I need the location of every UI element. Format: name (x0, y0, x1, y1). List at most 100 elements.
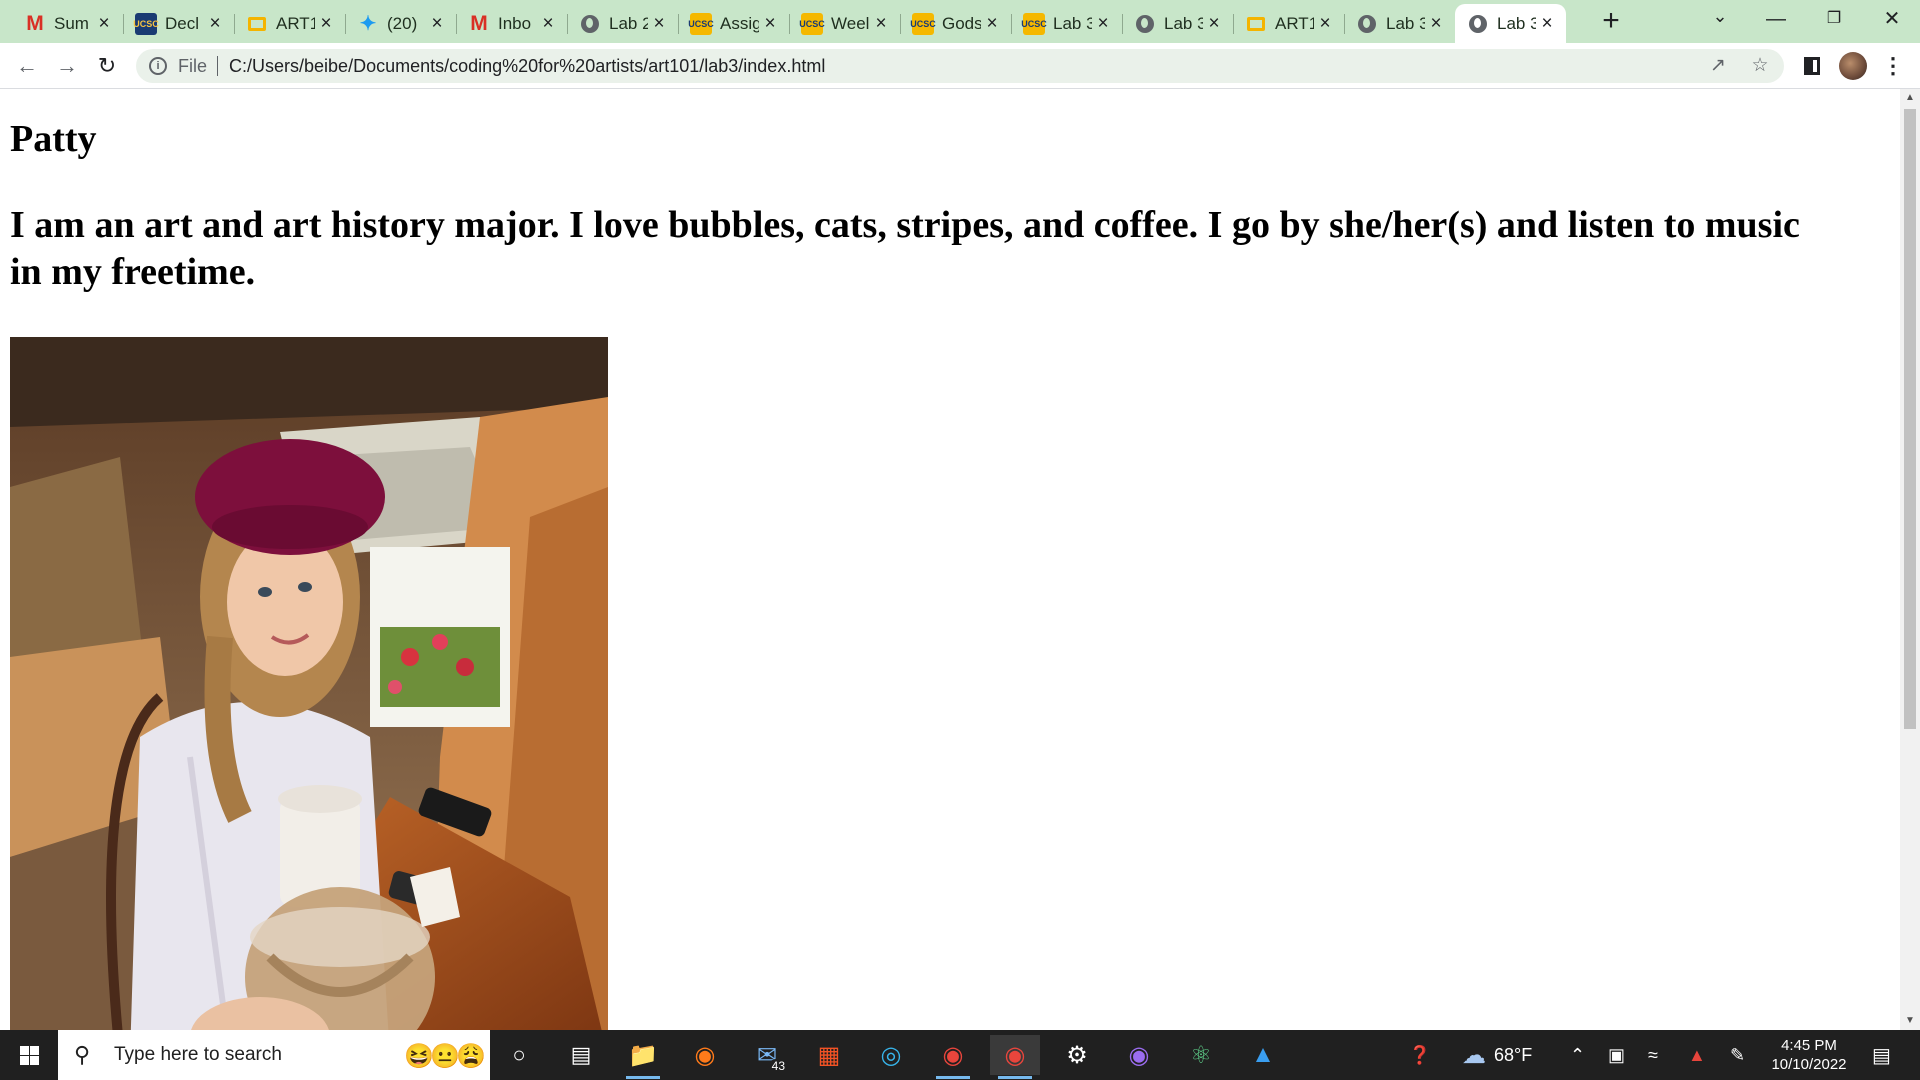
close-tab-icon[interactable]: × (1203, 13, 1225, 35)
address-bar[interactable]: i File C:/Users/beibe/Documents/coding%2… (136, 49, 1784, 83)
restore-button[interactable]: ❐ (1810, 4, 1858, 34)
browser-tab[interactable]: Lab 2 × (567, 4, 678, 43)
ucsc-icon: UCSC (910, 12, 936, 35)
browser-tab[interactable]: Lab 3 × (1344, 4, 1455, 43)
browser-tab[interactable]: UCSC Decl × (123, 4, 234, 43)
browser-tab[interactable]: UCSC Lab 3 × (1011, 4, 1122, 43)
omnibox-divider (217, 56, 219, 76)
twitter-icon: ✦ (359, 13, 377, 35)
close-tab-icon[interactable]: × (315, 13, 337, 35)
globe-icon (1134, 13, 1156, 35)
browser-tab[interactable]: ✦ (20) × (345, 4, 456, 43)
weather-widget[interactable]: ☁ 68°F (1462, 1030, 1532, 1080)
close-tab-icon[interactable]: × (981, 13, 1003, 35)
show-hidden-icons-icon[interactable]: ⌃ (1570, 1030, 1585, 1080)
tab-title: Lab 2 (609, 13, 648, 33)
chrome-icon[interactable]: ◉ (928, 1035, 978, 1079)
browser-tab[interactable]: ART1 × (1233, 4, 1344, 43)
google-slides-icon (246, 13, 268, 35)
edge-icon[interactable]: ◎ (866, 1035, 916, 1075)
scroll-up-arrow-icon[interactable]: ▲ (1900, 89, 1920, 107)
new-tab-button[interactable]: + (1596, 6, 1626, 36)
close-tab-icon[interactable]: × (870, 13, 892, 35)
pen-icon[interactable]: ✎ (1730, 1030, 1745, 1080)
scrollbar-thumb[interactable] (1904, 109, 1916, 729)
scheme-label: File (178, 55, 208, 76)
tab-title: Gods (942, 13, 981, 33)
firefox-icon[interactable]: ◉ (680, 1035, 730, 1075)
help-icon[interactable]: ❓ (1400, 1030, 1440, 1080)
browser-tab[interactable]: M Sum × (12, 4, 123, 43)
back-button[interactable]: ← (12, 51, 42, 81)
scroll-down-arrow-icon[interactable]: ▼ (1900, 1012, 1920, 1030)
tab-title: Decl (165, 13, 200, 33)
tab-title: Inbo (498, 13, 532, 33)
side-panel-button[interactable] (1797, 51, 1827, 81)
github-desktop-icon[interactable]: ◉ (1114, 1035, 1164, 1075)
browser-tab[interactable]: UCSC Gods × (900, 4, 1011, 43)
browser-tab[interactable]: Lab 3 × (1122, 4, 1233, 43)
browser-tab[interactable]: UCSC Assig × (678, 4, 789, 43)
close-tab-icon[interactable]: × (1536, 13, 1558, 35)
search-highlight-emoji-icon[interactable]: 😆😐😩 (404, 1042, 486, 1071)
more-menu-icon[interactable]: ⋮ (1878, 51, 1908, 81)
close-tab-icon[interactable]: × (204, 13, 226, 35)
search-icon: ⚲ (74, 1042, 91, 1067)
site-info-icon[interactable]: i (149, 57, 167, 75)
action-center-icon[interactable]: ▤ (1872, 1030, 1891, 1080)
meet-now-icon[interactable]: ▣ (1608, 1030, 1625, 1080)
browser-toolbar: ← → ↻ i File C:/Users/beibe/Documents/co… (0, 43, 1920, 89)
share-icon[interactable]: ↗ (1706, 54, 1730, 78)
photos-icon[interactable]: ▲ (1238, 1035, 1288, 1075)
tab-title: Weel (831, 13, 870, 33)
close-tab-icon[interactable]: × (1425, 13, 1447, 35)
avatar (1839, 51, 1867, 80)
vertical-scrollbar[interactable]: ▲ ▼ (1900, 89, 1920, 1030)
close-tab-icon[interactable]: × (426, 13, 448, 35)
weather-temp: 68°F (1494, 1044, 1533, 1065)
task-view-icon[interactable]: ▤ (556, 1035, 606, 1075)
atom-icon[interactable]: ⚛ (1176, 1035, 1226, 1075)
bookmark-star-icon[interactable]: ☆ (1748, 54, 1772, 78)
tab-strip: M Sum × UCSC Decl × ART1 × ✦ (20) × M Inbo × Lab 2 × UCS… (0, 0, 1920, 43)
profile-avatar-button[interactable] (1838, 51, 1868, 81)
search-placeholder: Type here to search (114, 1044, 282, 1065)
wifi-icon[interactable]: ≈ (1648, 1030, 1658, 1080)
windows-taskbar: ⚲ Type here to search 😆😐😩 ○ ▤ 📁 ◉ ✉ 43 ▦ … (0, 1030, 1920, 1080)
gmail-icon: M (470, 11, 488, 35)
tab-title: Lab 3 (1164, 13, 1203, 33)
cortana-icon[interactable]: ○ (494, 1035, 544, 1075)
close-tab-icon[interactable]: × (1092, 13, 1114, 35)
file-explorer-icon[interactable]: 📁 (618, 1035, 668, 1079)
google-slides-icon (1245, 13, 1267, 35)
close-tab-icon[interactable]: × (537, 13, 559, 35)
tab-search-icon[interactable]: ⌄ (1705, 6, 1735, 36)
bio-text: I am an art and art history major. I lov… (10, 204, 1800, 293)
taskbar-search-box[interactable]: ⚲ Type here to search 😆😐😩 (58, 1030, 490, 1080)
notification-app-icon[interactable]: ▲ (1688, 1030, 1706, 1080)
close-tab-icon[interactable]: × (93, 13, 115, 35)
system-clock[interactable]: 4:45 PM 10/10/2022 (1756, 1036, 1862, 1074)
browser-tab[interactable]: UCSC Weel × (789, 4, 900, 43)
reload-button[interactable]: ↻ (92, 51, 122, 81)
browser-tab[interactable]: Lab 3 × (1455, 4, 1566, 43)
browser-tab[interactable]: ART1 × (234, 4, 345, 43)
globe-icon (1356, 13, 1378, 35)
forward-button[interactable]: → (52, 51, 82, 81)
url-text[interactable]: C:/Users/beibe/Documents/coding%20for%20… (229, 56, 825, 77)
minimize-button[interactable]: — (1752, 4, 1800, 34)
mail-badge: 43 (768, 1059, 788, 1073)
close-tab-icon[interactable]: × (648, 13, 670, 35)
tab-title: Lab 3 (1497, 13, 1536, 33)
chrome-profile-icon[interactable]: ◉ (990, 1035, 1040, 1079)
mail-icon[interactable]: ✉ 43 (742, 1035, 792, 1075)
close-tab-icon[interactable]: × (759, 13, 781, 35)
close-window-button[interactable]: ✕ (1868, 4, 1916, 34)
close-tab-icon[interactable]: × (1314, 13, 1336, 35)
clock-date: 10/10/2022 (1771, 1056, 1847, 1073)
microsoft-store-icon[interactable]: ▦ (804, 1035, 854, 1075)
ucsc-icon: UCSC (1021, 12, 1047, 35)
settings-gear-icon[interactable]: ⚙ (1052, 1035, 1102, 1075)
browser-tab[interactable]: M Inbo × (456, 4, 567, 43)
start-button[interactable] (0, 1030, 58, 1080)
